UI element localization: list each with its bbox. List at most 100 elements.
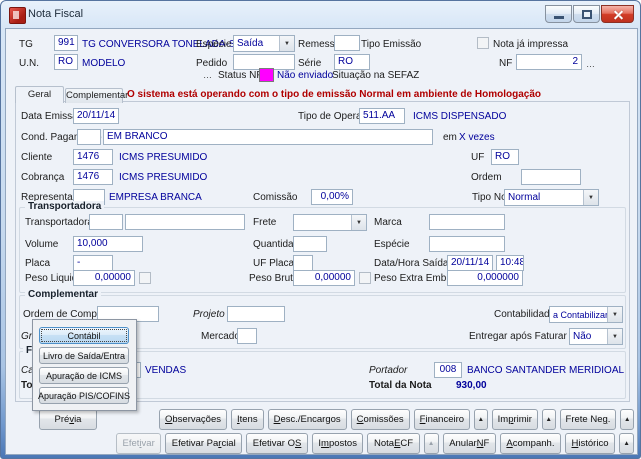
efetivar-button[interactable]: Efet i var [116,433,162,454]
projeto-field[interactable] [227,306,285,322]
maximize-button[interactable] [573,5,600,23]
quantidade-field[interactable] [293,236,327,252]
volume-label: Volume [25,239,59,250]
cond-pagamento-desc-field[interactable]: EM BRANCO [103,129,433,145]
un-label: U.N. [19,58,39,69]
projeto-label: Projeto [193,309,225,320]
peso-liquido-field[interactable]: 0,00000 [73,270,135,286]
pedido-label: Pedido [196,58,228,69]
window-title: Nota Fiscal [28,8,84,20]
mercado-field[interactable] [237,328,257,344]
status-color-indicator [259,68,274,82]
efetivar-os-button[interactable]: Efetivar OS [246,433,308,454]
volume-field[interactable]: 10,000 [73,236,143,252]
peso-liquido-checkbox[interactable] [139,272,151,284]
hora-saida-field[interactable]: 10:48 [496,255,524,271]
tab-geral[interactable]: Geral [15,86,64,103]
peso-extra-field[interactable]: 0,000000 [447,270,523,286]
historico-arrow-button[interactable]: ▲ [619,433,635,454]
especie-label: Espécie [196,39,232,50]
itens-button[interactable]: Itens [230,409,264,430]
uf-placa-field[interactable] [293,255,313,271]
data-hora-saida-label: Data/Hora Saída [374,258,449,269]
transportadora-label: Transportadora [25,217,93,228]
chevron-down-icon[interactable]: ▼ [607,329,622,344]
especie-transp-label: Espécie [374,239,410,250]
impostos-button[interactable]: Im postos [311,433,364,454]
observacoes-button[interactable]: Observações [159,409,227,430]
minimize-button[interactable] [545,5,572,23]
chevron-down-icon[interactable]: ▼ [583,190,598,205]
desc-encargos-button[interactable]: Desc./Encargos [267,409,347,430]
chevron-down-icon[interactable]: ▼ [279,36,294,51]
marca-field[interactable] [429,214,505,230]
frete-neg-arrow-button[interactable]: ▲ [620,409,635,430]
popup-apuracao-icms-button[interactable]: Apuração de ICMS [39,367,129,384]
portador-code-field[interactable]: 008 [434,362,462,378]
financeiro-arrow-button[interactable]: ▲ [474,409,488,430]
placa-field[interactable]: - [73,255,113,271]
nf-field[interactable]: 2 [516,54,582,70]
transportadora-code-field[interactable] [89,214,123,230]
acompanh-button[interactable]: Acompanh. [499,433,561,454]
popup-livro-saida-entra-button[interactable]: Livro de Saída/Entra [39,347,129,364]
historico-button[interactable]: Histórico [565,433,616,454]
imprimir-button[interactable]: Im p rimir [491,409,538,430]
tipo-operacao-field[interactable]: 511.AA [359,108,405,124]
popup-contabil-button[interactable]: Contábil [39,327,129,344]
uf-field[interactable]: RO [491,149,519,165]
serie-field[interactable]: RO [334,54,370,70]
nota-ecf-arrow-button[interactable]: ▲ [423,433,439,454]
financeiro-button[interactable]: Financeiro [413,409,471,430]
remessa-field[interactable] [334,35,360,51]
placa-label: Placa [25,258,51,269]
cond-pagamento-code-field[interactable] [77,129,101,145]
imprimir-arrow-button[interactable]: ▲ [541,409,556,430]
anular-nf-button[interactable]: Anular NF [442,433,496,454]
especie-transp-field[interactable] [429,236,505,252]
tab-complementar[interactable]: Complementar [65,88,128,103]
data-saida-field[interactable]: 20/11/14 [447,255,493,271]
nf-more-button[interactable]: … [586,59,596,69]
peso-bruto-label: Peso Bruto [249,273,299,284]
grade-label-fragment: Gr [21,331,33,342]
uf-placa-label: UF Placa [253,258,295,269]
tipo-nota-combo[interactable]: Normal ▼ [504,189,599,206]
comissoes-button[interactable]: Comissões [350,409,410,430]
mercado-label: Mercado [201,331,240,342]
transportadora-group-title: Transportadora [25,201,105,212]
sefaz-status-label: Situação na SEFAZ [332,70,420,81]
entregar-apos-faturar-combo[interactable]: Não ▼ [569,328,623,345]
data-emissao-field[interactable]: 20/11/14 [73,108,119,124]
previa-button[interactable]: Pré v ia [39,409,97,430]
un-code-field[interactable]: RO [54,54,78,70]
contabilidade-combo[interactable]: a Contabilizar ▼ [549,306,623,323]
app-icon [9,7,26,24]
title-bar[interactable]: Nota Fiscal [1,1,640,28]
complementar-group-title: Complementar [25,289,102,300]
chevron-down-icon[interactable]: ▼ [351,215,366,230]
status-more-button[interactable]: … [203,70,213,80]
frete-neg-button[interactable]: Frete Ne g. [559,409,617,430]
popup-apuracao-pis-cofins-button[interactable]: Apuração PIS/COFINS [38,387,130,404]
close-button[interactable] [601,5,634,23]
cliente-code-field[interactable]: 1476 [73,149,113,165]
peso-bruto-field[interactable]: 0,00000 [293,270,355,286]
tg-code-field[interactable]: 991 [54,35,78,51]
frete-combo[interactable]: ▼ [293,214,367,231]
em-label: em [443,132,457,143]
cobranca-code-field[interactable]: 1476 [73,169,113,185]
especie-combo[interactable]: Saída ▼ [233,35,295,52]
nota-ecf-button[interactable]: Nota E CF [367,433,420,454]
chevron-down-icon[interactable]: ▼ [607,307,622,322]
maximize-icon [582,10,592,19]
marca-label: Marca [374,217,402,228]
transportadora-desc-field[interactable] [125,214,245,230]
ordem-field[interactable] [521,169,581,185]
total-label-fragment: To [21,380,33,391]
peso-bruto-checkbox[interactable] [359,272,371,284]
nota-impressa-checkbox[interactable] [477,37,489,49]
efetivar-parcial-button[interactable]: Efetivar Pa r cial [165,433,243,454]
comissao-field[interactable]: 0,00% [311,189,353,205]
action-row-1: Observações Itens Desc./Encargos Comissõ… [159,409,635,430]
